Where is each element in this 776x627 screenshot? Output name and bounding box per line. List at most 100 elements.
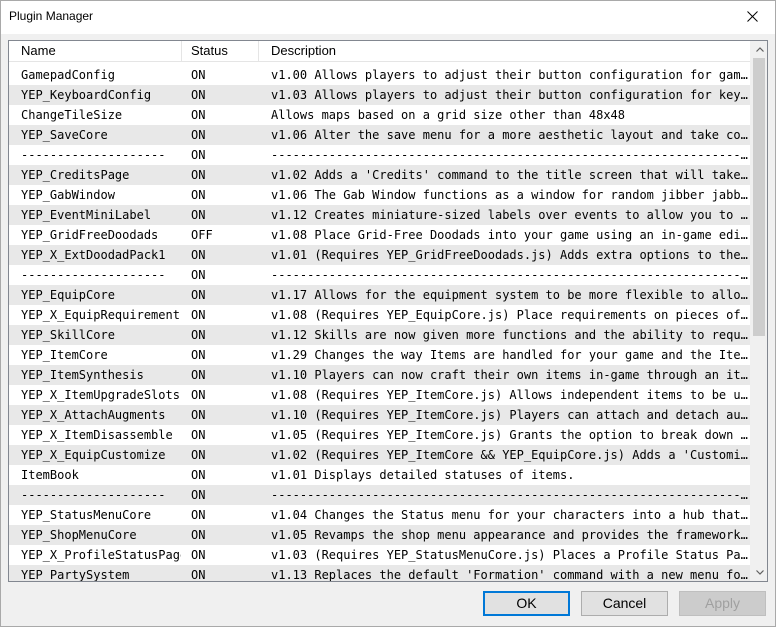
plugin-name-cell: YEP_X_EquipCustomize	[21, 448, 166, 462]
table-row[interactable]: YEP_X_ItemDisassemble ON v1.05 (Requires Y…	[9, 425, 752, 445]
plugin-name-cell: YEP_StatusMenuCore	[21, 508, 152, 522]
plugin-status-cell: ON	[191, 328, 206, 342]
plugin-name-cell: YEP_KeyboardConfig	[21, 88, 152, 102]
table-row[interactable]: GamepadConfig ON v1.00 Allows players to a…	[9, 65, 752, 85]
scroll-up-button[interactable]	[751, 41, 767, 58]
plugin-status-cell: ON	[191, 448, 206, 462]
plugin-description-cell: v1.02 Adds a 'Credits' command to the ti…	[271, 168, 750, 182]
plugin-status-cell: ON	[191, 408, 206, 422]
plugin-name-cell: YEP_SkillCore	[21, 328, 115, 342]
plugin-status-cell: ON	[191, 88, 206, 102]
plugin-status-cell: ON	[191, 68, 206, 82]
title-bar: Plugin Manager	[1, 1, 775, 34]
plugin-status-cell: ON	[191, 168, 206, 182]
table-row[interactable]: YEP_GabWindow ON v1.06 The Gab Window func…	[9, 185, 752, 205]
plugin-status-cell: ON	[191, 128, 206, 142]
table-row[interactable]: YEP_EventMiniLabel ON v1.12 Creates miniat…	[9, 205, 752, 225]
plugin-description-cell: v1.06 The Gab Window functions as a wind…	[271, 188, 750, 202]
column-header-name[interactable]: Name	[9, 41, 182, 61]
table-row[interactable]: YEP_ItemCore ON v1.29 Changes the way Item…	[9, 345, 752, 365]
plugin-status-cell: ON	[191, 548, 206, 562]
table-row[interactable]: YEP_X_EquipRequirements ON v1.08 (Requires…	[9, 305, 752, 325]
plugin-manager-window: Plugin Manager Name Status Description G…	[0, 0, 776, 627]
plugin-status-cell: ON	[191, 348, 206, 362]
vertical-scrollbar[interactable]	[750, 41, 767, 581]
table-row[interactable]: YEP_X_AttachAugments ON v1.10 (Requires YE…	[9, 405, 752, 425]
plugin-status-cell: ON	[191, 268, 206, 282]
plugin-description-cell: v1.13 Replaces the default 'Formation' c…	[271, 568, 750, 582]
plugin-description-cell: v1.02 (Requires YEP_ItemCore && YEP_Equi…	[271, 448, 750, 462]
plugin-status-cell: ON	[191, 368, 206, 382]
plugin-description-cell: v1.01 Displays detailed statuses of item…	[271, 468, 575, 482]
plugin-status-cell: ON	[191, 508, 206, 522]
plugin-description-cell: v1.04 Changes the Status menu for your c…	[271, 508, 750, 522]
column-header-description[interactable]: Description	[259, 41, 752, 61]
plugin-name-cell: YEP_GridFreeDoodads	[21, 228, 159, 242]
table-row[interactable]: YEP_X_ProfileStatusPage ON v1.03 (Requires…	[9, 545, 752, 565]
plugin-name-cell: YEP_GabWindow	[21, 188, 115, 202]
plugin-description-cell: ----------------------------------------…	[271, 488, 750, 502]
scrollbar-thumb[interactable]	[753, 58, 765, 336]
plugin-status-cell: ON	[191, 148, 206, 162]
plugin-name-cell: YEP_ShopMenuCore	[21, 528, 137, 542]
table-row[interactable]: YEP_X_ItemUpgradeSlots ON v1.08 (Requires …	[9, 385, 752, 405]
column-header: Name Status Description	[9, 41, 752, 62]
plugin-description-cell: v1.08 (Requires YEP_EquipCore.js) Place …	[271, 308, 750, 322]
plugin-status-cell: ON	[191, 428, 206, 442]
table-row[interactable]: -------------------- ON ------------------…	[9, 265, 752, 285]
table-row[interactable]: YEP_EquipCore ON v1.17 Allows for the equi…	[9, 285, 752, 305]
plugin-name-cell: YEP_X_AttachAugments	[21, 408, 166, 422]
table-row[interactable]: -------------------- ON ------------------…	[9, 485, 752, 505]
plugin-name-cell: YEP_SaveCore	[21, 128, 108, 142]
table-row[interactable]: YEP_CreditsPage ON v1.02 Adds a 'Credits' …	[9, 165, 752, 185]
table-row[interactable]: YEP_GridFreeDoodads OFF v1.08 Place Grid-F…	[9, 225, 752, 245]
plugin-name-cell: YEP_X_ItemDisassemble	[21, 428, 173, 442]
plugin-status-cell: ON	[191, 308, 206, 322]
plugin-name-cell: YEP_ItemCore	[21, 348, 108, 362]
plugin-name-cell: YEP_X_ItemUpgradeSlots	[21, 388, 180, 402]
table-row[interactable]: YEP_KeyboardConfig ON v1.03 Allows players…	[9, 85, 752, 105]
plugin-name-cell: YEP_CreditsPage	[21, 168, 130, 182]
table-row[interactable]: ItemBook ON v1.01 Displays detailed status…	[9, 465, 752, 485]
plugin-status-cell: ON	[191, 388, 206, 402]
plugin-name-cell: YEP_EquipCore	[21, 288, 115, 302]
plugin-description-cell: v1.05 Revamps the shop menu appearance a…	[271, 528, 750, 542]
plugin-rows: GamepadConfig ON v1.00 Allows players to a…	[9, 65, 752, 582]
table-row[interactable]: YEP_SkillCore ON v1.12 Skills are now give…	[9, 325, 752, 345]
plugin-description-cell: v1.12 Creates miniature-sized labels ove…	[271, 208, 750, 222]
table-row[interactable]: -------------------- ON ------------------…	[9, 145, 752, 165]
plugin-status-cell: ON	[191, 108, 206, 122]
table-row[interactable]: YEP_X_ExtDoodadPack1 ON v1.01 (Requires YE…	[9, 245, 752, 265]
plugin-name-cell: YEP_EventMiniLabel	[21, 208, 152, 222]
table-row[interactable]: YEP_X_EquipCustomize ON v1.02 (Requires YE…	[9, 445, 752, 465]
plugin-status-cell: ON	[191, 248, 206, 262]
plugin-description-cell: v1.29 Changes the way Items are handled …	[271, 348, 750, 362]
table-row[interactable]: YEP_ShopMenuCore ON v1.05 Revamps the shop…	[9, 525, 752, 545]
plugin-name-cell: GamepadConfig	[21, 68, 115, 82]
plugin-name-cell: YEP_ItemSynthesis	[21, 368, 144, 382]
plugin-description-cell: ----------------------------------------…	[271, 268, 750, 282]
plugin-description-cell: v1.00 Allows players to adjust their but…	[271, 68, 750, 82]
close-button[interactable]	[729, 1, 775, 32]
chevron-up-icon	[755, 47, 764, 52]
ok-button[interactable]: OK	[483, 591, 570, 616]
plugin-status-cell: ON	[191, 488, 206, 502]
scroll-down-button[interactable]	[751, 564, 767, 581]
table-row[interactable]: ChangeTileSize ON Allows maps based on a g…	[9, 105, 752, 125]
plugin-description-cell: v1.06 Alter the save menu for a more aes…	[271, 128, 750, 142]
plugin-status-cell: ON	[191, 208, 206, 222]
close-icon	[746, 11, 758, 22]
plugin-status-cell: OFF	[191, 228, 213, 242]
plugin-description-cell: v1.03 (Requires YEP_StatusMenuCore.js) P…	[271, 548, 750, 562]
table-row[interactable]: YEP_PartySystem ON v1.13 Replaces the defa…	[9, 565, 752, 582]
column-header-status[interactable]: Status	[182, 41, 259, 61]
plugin-description-cell: v1.08 (Requires YEP_ItemCore.js) Allows …	[271, 388, 750, 402]
plugin-description-cell: v1.05 (Requires YEP_ItemCore.js) Grants …	[271, 428, 750, 442]
plugin-status-cell: ON	[191, 288, 206, 302]
table-row[interactable]: YEP_StatusMenuCore ON v1.04 Changes the St…	[9, 505, 752, 525]
cancel-button[interactable]: Cancel	[581, 591, 668, 616]
table-row[interactable]: YEP_SaveCore ON v1.06 Alter the save menu …	[9, 125, 752, 145]
plugin-list[interactable]: Name Status Description GamepadConfig ON v…	[8, 40, 768, 582]
table-row[interactable]: YEP_ItemSynthesis ON v1.10 Players can now…	[9, 365, 752, 385]
apply-button[interactable]: Apply	[679, 591, 766, 616]
